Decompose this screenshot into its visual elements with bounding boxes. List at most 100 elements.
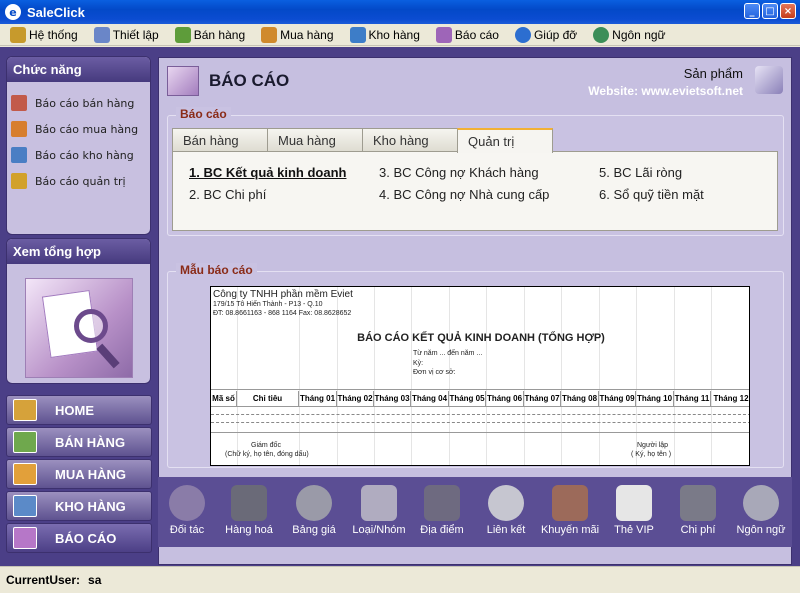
help-icon [514,26,531,43]
tool-label: Địa điểm [420,524,464,536]
menu-label: Mua hàng [280,27,334,42]
company-name: Công ty TNHH phần mềm Eviet [213,289,353,300]
menu-settings[interactable]: Thiết lập [93,26,159,43]
language-globe-icon [743,485,779,521]
sample-unit: Đơn vị cơ sở: [413,369,456,376]
tool-label: Liên kết [486,524,526,536]
sample-period: Từ năm ... đến năm ... [413,350,483,357]
company-address: 179/15 Tô Hiến Thành - P13 - Q.10 [213,301,323,308]
functions-title: Chức năng [7,57,150,82]
nav-warehouse[interactable]: KHO HÀNG [6,491,152,521]
report-link-supplier-debt[interactable]: 4. BC Công nợ Nhà cung cấp [379,187,549,202]
product-label: Sản phẩm [683,66,743,81]
maximize-button[interactable]: □ [762,3,778,19]
director-label: Giám đốc [251,442,281,449]
functions-panel: Chức năng Báo cáo bán hàng Báo cáo mua h… [6,56,151,235]
report-tabs: Bán hàng Mua hàng Kho hàng Quản trị [172,128,553,153]
warehouse-nav-icon [13,495,37,517]
minimize-button[interactable]: _ [744,3,760,19]
company-phone: ĐT: 08.8661163 - 868 1164 Fax: 08.862865… [213,310,352,317]
tool-label: Khuyến mãi [540,524,600,536]
sales-report-icon [11,95,27,111]
col-month: Tháng 03 [374,391,411,407]
current-user-value: sa [88,573,102,587]
tool-category[interactable]: Loại/Nhóm [344,485,414,536]
tool-label: Chi phí [680,524,716,536]
report-link-customer-debt[interactable]: 3. BC Công nợ Khách hàng [379,165,539,180]
col-month: Tháng 04 [411,391,449,407]
tool-partners[interactable]: Đối tác [152,485,222,536]
report-link-cash-book[interactable]: 6. Sổ quỹ tiền mặt [599,187,704,202]
settings-icon [93,26,110,43]
tool-goods[interactable]: Hàng hoá [214,485,284,536]
col-target: Chỉ tiêu [237,391,299,407]
function-admin-report[interactable]: Báo cáo quản trị [11,168,146,194]
function-label: Báo cáo kho hàng [35,148,134,162]
report-legend: Báo cáo [176,107,231,121]
menu-purchase[interactable]: Mua hàng [261,26,334,43]
nav-label: KHO HÀNG [55,498,126,514]
close-button[interactable]: × [780,3,796,19]
tool-language[interactable]: Ngôn ngữ [726,485,796,536]
report-search-illustration[interactable] [24,278,133,378]
page-header: BÁO CÁO Sản phẩm Website: www.evietsoft.… [159,58,791,104]
purchase-icon [261,26,278,43]
report-nav-icon [13,527,37,549]
tab-sales[interactable]: Bán hàng [172,128,268,152]
tab-admin[interactable]: Quản trị [457,128,553,153]
sample-title: BÁO CÁO KẾT QUẢ KINH DOANH (TỔNG HỢP) [357,332,605,344]
function-purchase-report[interactable]: Báo cáo mua hàng [11,116,146,142]
tool-location[interactable]: Địa điểm [407,485,477,536]
nav-purchase[interactable]: MUA HÀNG [6,459,152,489]
sample-group: Mẫu báo cáo Công ty TNHH phần mềm Eviet … [167,263,784,468]
nav-home[interactable]: HOME [6,395,152,425]
status-bar: CurrentUser: sa [0,566,800,593]
menu-help[interactable]: Giúp đỡ [514,26,577,43]
menu-sales[interactable]: Bán hàng [174,26,245,43]
menu-bar: Hệ thống Thiết lập Bán hàng Mua hàng Kho… [0,24,800,46]
tool-expense[interactable]: Chi phí [663,485,733,536]
menu-label: Báo cáo [454,27,499,42]
report-link-business-results[interactable]: 1. BC Kết quả kinh doanh [189,165,346,180]
link-icon [488,485,524,521]
menu-system[interactable]: Hệ thống [10,26,78,43]
menu-warehouse[interactable]: Kho hàng [349,26,420,43]
tool-price[interactable]: Bảng giá [279,485,349,536]
function-sales-report[interactable]: Báo cáo bán hàng [11,90,146,116]
menu-report[interactable]: Báo cáo [435,26,499,43]
home-icon [13,399,37,421]
tab-warehouse[interactable]: Kho hàng [362,128,458,152]
function-warehouse-report[interactable]: Báo cáo kho hàng [11,142,146,168]
category-icon [361,485,397,521]
col-code: Mã số [211,391,237,407]
window-title: SaleClick [27,4,85,20]
report-link-net-profit[interactable]: 5. BC Lãi ròng [599,165,682,180]
col-month: Tháng 12 [713,394,749,403]
purchase-report-icon [11,121,27,137]
warehouse-report-icon [11,147,27,163]
goods-icon [231,485,267,521]
tool-promotion[interactable]: Khuyến mãi [535,485,605,536]
nav-report[interactable]: BÁO CÁO [6,523,152,553]
menu-label: Kho hàng [368,27,420,42]
tool-link[interactable]: Liên kết [471,485,541,536]
summary-panel: Xem tổng hợp [6,238,151,384]
menu-language[interactable]: Ngôn ngữ [593,26,666,43]
report-link-expense[interactable]: 2. BC Chi phí [189,187,266,202]
sample-report-preview: Công ty TNHH phần mềm Eviet 179/15 Tô Hi… [210,286,750,466]
app-icon: e [5,4,21,20]
report-group: Báo cáo Bán hàng Mua hàng Kho hàng Quản … [167,107,784,236]
tool-label: Loại/Nhóm [352,524,406,536]
col-month: Tháng 11 [674,391,711,407]
col-month: Tháng 06 [486,391,524,407]
tool-label: Hàng hoá [225,524,273,536]
expense-icon [680,485,716,521]
nav-sales[interactable]: BÁN HÀNG [6,427,152,457]
tab-purchase[interactable]: Mua hàng [267,128,363,152]
menu-label: Thiết lập [112,27,159,42]
nav-label: BÁN HÀNG [55,434,126,450]
tool-vip[interactable]: Thẻ VIP [599,485,669,536]
website-link[interactable]: Website: www.evietsoft.net [588,84,743,98]
report-header-icon [167,66,199,96]
nav-label: HOME [55,402,94,418]
